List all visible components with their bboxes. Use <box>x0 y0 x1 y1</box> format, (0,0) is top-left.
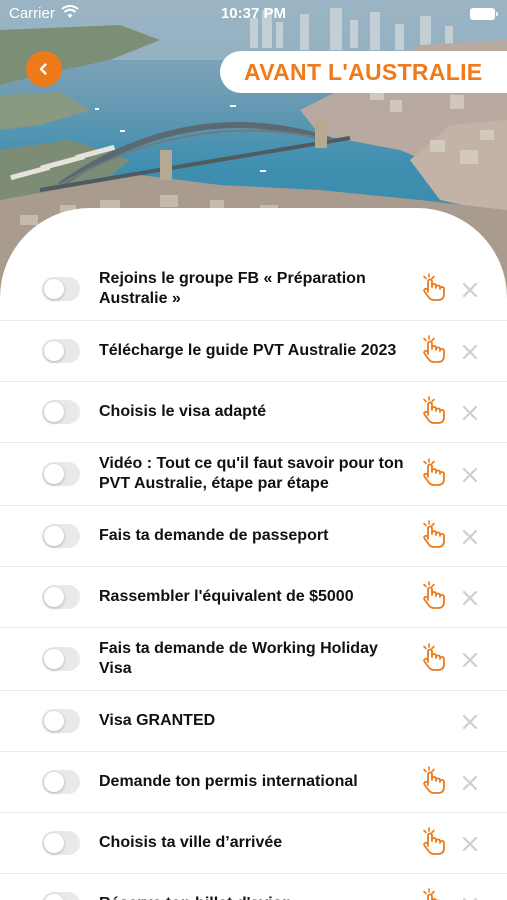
tap-hand-icon[interactable] <box>420 826 448 856</box>
toggle-knob <box>44 772 64 792</box>
item-label: Réserve ton billet d'avion <box>99 894 409 900</box>
item-label: Rejoins le groupe FB « Préparation Austr… <box>99 270 366 307</box>
close-icon[interactable] <box>461 713 479 731</box>
toggle-knob <box>44 279 64 299</box>
toggle-knob <box>44 526 64 546</box>
close-icon[interactable] <box>461 774 479 792</box>
list-item: Visa GRANTED <box>0 691 507 752</box>
content-sheet: Rejoins le groupe FB « Préparation Austr… <box>0 208 507 900</box>
item-label: Télécharge le guide PVT Australie 2023 <box>99 342 397 359</box>
completion-toggle[interactable] <box>42 709 80 733</box>
checklist: Rejoins le groupe FB « Préparation Austr… <box>0 258 507 900</box>
close-icon[interactable] <box>461 835 479 853</box>
list-item: Fais ta demande de passeport <box>0 506 507 567</box>
completion-toggle[interactable] <box>42 400 80 424</box>
completion-toggle[interactable] <box>42 339 80 363</box>
tap-hand-icon[interactable] <box>420 580 448 610</box>
battery-icon <box>470 8 498 20</box>
close-icon[interactable] <box>461 589 479 607</box>
tap-hand-icon[interactable] <box>420 457 448 487</box>
completion-toggle[interactable] <box>42 585 80 609</box>
close-icon[interactable] <box>461 343 479 361</box>
toggle-knob <box>44 894 64 900</box>
tap-hand-icon[interactable] <box>420 272 448 302</box>
list-item: Télécharge le guide PVT Australie 2023 <box>0 321 507 382</box>
toggle-knob <box>44 464 64 484</box>
title-pill: AVANT L'AUSTRALIE <box>220 51 507 93</box>
close-icon[interactable] <box>461 466 479 484</box>
close-icon[interactable] <box>461 896 479 900</box>
item-label: Choisis le visa adapté <box>99 403 267 420</box>
list-item: Fais ta demande de Working Holiday Visa <box>0 628 507 691</box>
status-bar: Carrier 10:37 PM <box>0 0 507 28</box>
toggle-knob <box>44 402 64 422</box>
completion-toggle[interactable] <box>42 462 80 486</box>
item-label: Fais ta demande de passeport <box>99 527 329 544</box>
list-item: Choisis ta ville d’arrivée <box>0 813 507 874</box>
item-label: Fais ta demande de Working Holiday Visa <box>99 640 378 677</box>
page-title: AVANT L'AUSTRALIE <box>244 58 483 85</box>
item-label: Vidéo : Tout ce qu'il faut savoir pour t… <box>99 455 404 492</box>
toggle-knob <box>44 649 64 669</box>
status-time: 10:37 PM <box>220 5 287 22</box>
list-item: Vidéo : Tout ce qu'il faut savoir pour t… <box>0 443 507 506</box>
list-item: Réserve ton billet d'avion <box>0 874 507 900</box>
back-button[interactable] <box>26 51 62 87</box>
close-icon[interactable] <box>461 281 479 299</box>
close-icon[interactable] <box>461 528 479 546</box>
close-icon[interactable] <box>461 404 479 422</box>
list-item: Demande ton permis international <box>0 752 507 813</box>
item-label: Visa GRANTED <box>99 712 216 729</box>
item-label: Rassembler l'équivalent de $5000 <box>99 588 354 605</box>
toggle-knob <box>44 711 64 731</box>
tap-hand-icon[interactable] <box>420 519 448 549</box>
list-item: Rassembler l'équivalent de $5000 <box>0 567 507 628</box>
chevron-left-icon <box>39 63 47 75</box>
completion-toggle[interactable] <box>42 831 80 855</box>
completion-toggle[interactable] <box>42 647 80 671</box>
close-icon[interactable] <box>461 651 479 669</box>
completion-toggle[interactable] <box>42 892 80 900</box>
item-label: Demande ton permis international <box>99 773 358 790</box>
tap-hand-icon[interactable] <box>420 395 448 425</box>
completion-toggle[interactable] <box>42 770 80 794</box>
completion-toggle[interactable] <box>42 524 80 548</box>
item-label: Choisis ta ville d’arrivée <box>99 834 283 851</box>
tap-hand-icon[interactable] <box>420 765 448 795</box>
tap-hand-icon[interactable] <box>420 642 448 672</box>
toggle-knob <box>44 587 64 607</box>
tap-hand-icon[interactable] <box>420 887 448 900</box>
completion-toggle[interactable] <box>42 277 80 301</box>
tap-hand-icon[interactable] <box>420 334 448 364</box>
toggle-knob <box>44 833 64 853</box>
list-item: Rejoins le groupe FB « Préparation Austr… <box>0 258 507 321</box>
list-item: Choisis le visa adapté <box>0 382 507 443</box>
toggle-knob <box>44 341 64 361</box>
